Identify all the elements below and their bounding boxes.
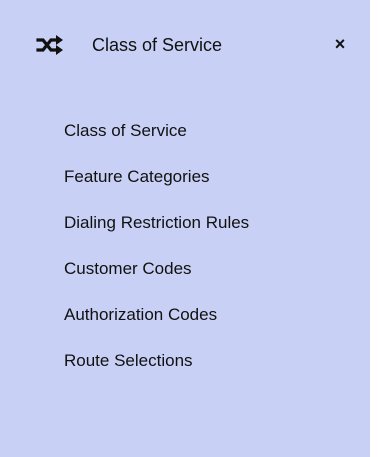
page-title: Class of Service (92, 35, 223, 55)
shuffle-icon (36, 34, 64, 56)
menu-header: Class of Service × (0, 0, 370, 90)
menu-item-class-of-service[interactable]: Class of Service (0, 108, 370, 154)
menu-item-feature-categories[interactable]: Feature Categories (0, 154, 370, 200)
menu-item-route-selections[interactable]: Route Selections (0, 338, 370, 384)
menu-item-customer-codes[interactable]: Customer Codes (0, 246, 370, 292)
menu-item-dialing-restriction-rules[interactable]: Dialing Restriction Rules (0, 200, 370, 246)
close-button[interactable]: × (330, 33, 350, 55)
side-menu-panel: Class of Service × Class of Service Feat… (0, 0, 370, 457)
menu-list: Class of Service Feature Categories Dial… (0, 108, 370, 384)
menu-item-authorization-codes[interactable]: Authorization Codes (0, 292, 370, 338)
